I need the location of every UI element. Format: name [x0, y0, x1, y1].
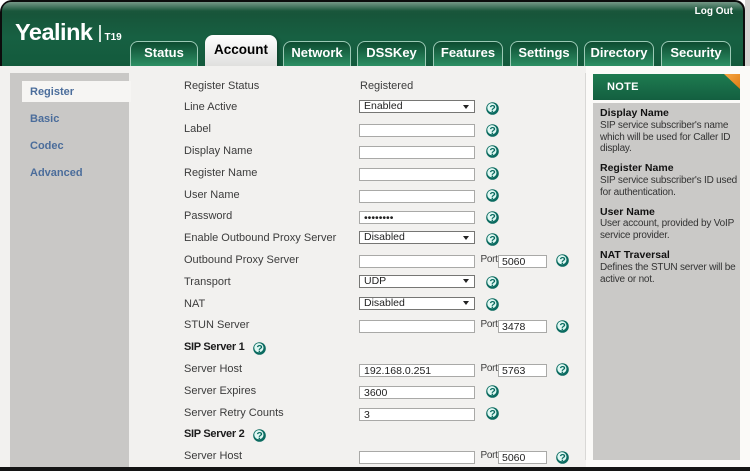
svg-text:?: ?: [489, 386, 495, 398]
svg-text:?: ?: [489, 125, 495, 137]
svg-text:?: ?: [559, 321, 565, 333]
svg-text:?: ?: [559, 452, 565, 464]
svg-text:?: ?: [489, 147, 495, 159]
svg-text:?: ?: [559, 365, 565, 377]
svg-text:?: ?: [256, 430, 262, 442]
svg-text:?: ?: [489, 234, 495, 246]
svg-text:?: ?: [489, 103, 495, 115]
svg-text:?: ?: [489, 212, 495, 224]
svg-text:?: ?: [489, 277, 495, 289]
svg-text:?: ?: [489, 408, 495, 420]
svg-text:?: ?: [489, 168, 495, 180]
svg-text:?: ?: [256, 343, 262, 355]
svg-text:?: ?: [559, 256, 565, 268]
svg-text:?: ?: [489, 299, 495, 311]
svg-text:?: ?: [489, 190, 495, 202]
